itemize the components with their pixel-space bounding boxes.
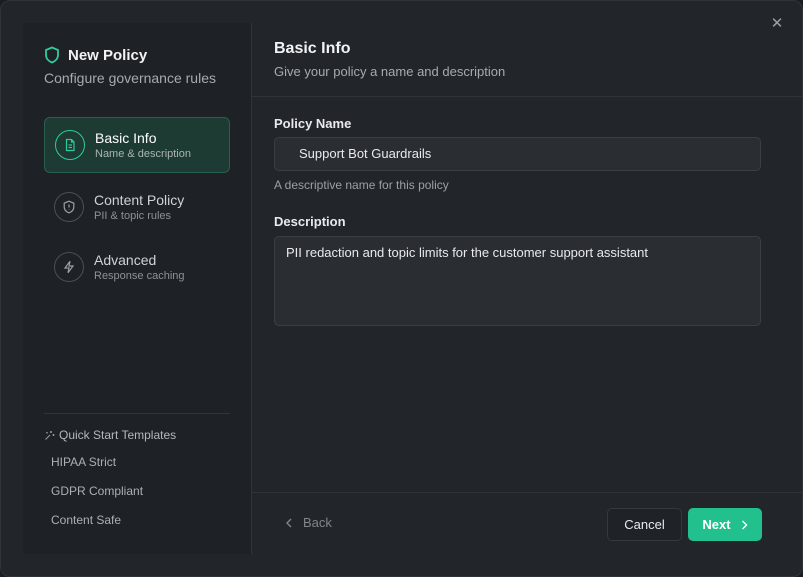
policy-name-help: A descriptive name for this policy: [274, 178, 449, 192]
wizard-sidebar: New Policy Configure governance rules Ba…: [23, 23, 252, 554]
sidebar-subtitle: Configure governance rules: [44, 70, 216, 86]
sidebar-title: New Policy: [68, 46, 148, 64]
back-button[interactable]: Back: [285, 515, 332, 530]
step-description: PII & topic rules: [94, 209, 172, 222]
step-label: Content Policy: [94, 191, 185, 208]
section-header: Basic Info Give your policy a name and d…: [274, 40, 505, 79]
new-policy-dialog: ✕ New Policy Configure governance rules …: [0, 0, 803, 577]
shield-alert-icon: [54, 192, 84, 222]
section-title: Basic Info: [274, 40, 351, 57]
step-advanced[interactable]: Advanced Response caching: [44, 239, 230, 295]
template-hipaa-strict[interactable]: HIPAA Strict: [51, 455, 116, 469]
section-subtitle: Give your policy a name and description: [274, 64, 506, 79]
step-label: Basic Info: [95, 129, 157, 146]
divider: [44, 413, 230, 414]
sidebar-header: New Policy Configure governance rules: [44, 46, 216, 87]
policy-name-input[interactable]: Support Bot Guardrails: [274, 137, 761, 171]
step-basic-info[interactable]: Basic Info Name & description: [44, 117, 230, 173]
main-panel: Basic Info Give your policy a name and d…: [252, 23, 802, 554]
description-label: Description: [274, 214, 346, 229]
next-button[interactable]: Next: [688, 508, 762, 541]
document-icon: [55, 130, 85, 160]
lightning-icon: [54, 252, 84, 282]
description-textarea[interactable]: PII redaction and topic limits for the c…: [274, 236, 761, 326]
step-content-policy[interactable]: Content Policy PII & topic rules: [44, 179, 230, 235]
quick-start-title: Quick Start Templates: [44, 428, 176, 442]
step-label: Advanced: [94, 251, 157, 268]
cancel-button[interactable]: Cancel: [607, 508, 682, 541]
sparkles-icon: [45, 430, 55, 440]
chevron-right-icon: [741, 520, 748, 529]
template-gdpr-compliant[interactable]: GDPR Compliant: [51, 484, 143, 498]
footer-divider: [252, 492, 802, 493]
step-description: Name & description: [95, 147, 191, 160]
policy-name-label: Policy Name: [274, 116, 352, 131]
template-content-safe[interactable]: Content Safe: [51, 513, 121, 527]
shield-icon: [45, 46, 59, 64]
chevron-left-icon: [286, 518, 292, 527]
step-description: Response caching: [94, 269, 185, 282]
divider: [252, 96, 802, 97]
